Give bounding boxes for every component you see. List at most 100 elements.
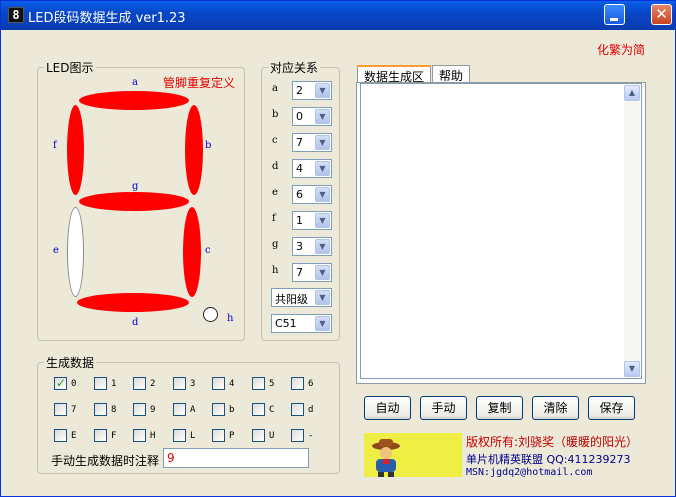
digit-checkbox[interactable] xyxy=(133,403,146,416)
chevron-down-icon[interactable]: ▼ xyxy=(315,187,330,202)
mapping-row-c: c 7 ▼ xyxy=(272,133,332,152)
digit-glyph: F xyxy=(111,431,117,441)
app-window: 8 LED段码数据生成 ver1.23 ✕ 化繁为简 LED图示 管脚重复定义 … xyxy=(0,0,676,497)
qq-text: 单片机精英联盟 QQ:411239273 xyxy=(466,453,631,466)
digit-checkbox[interactable] xyxy=(173,377,186,390)
simplify-link[interactable]: 化繁为简 xyxy=(597,41,645,58)
output-textarea[interactable]: ▲ ▼ xyxy=(360,83,642,379)
mapping-row-a: a 2 ▼ xyxy=(272,81,332,100)
chevron-down-icon[interactable]: ▼ xyxy=(315,109,330,124)
digit-glyph: 4 xyxy=(229,379,235,389)
pin-select-d[interactable]: 4 ▼ xyxy=(292,159,332,178)
digit-checkbox[interactable] xyxy=(173,403,186,416)
chevron-down-icon[interactable]: ▼ xyxy=(315,239,330,254)
digit-glyph: U xyxy=(269,431,275,441)
pin-select-g[interactable]: 3 ▼ xyxy=(292,237,332,256)
title-bar[interactable]: 8 LED段码数据生成 ver1.23 ✕ xyxy=(1,1,675,30)
segment-d[interactable] xyxy=(77,293,189,312)
digit-glyph: b xyxy=(229,405,235,415)
digit-checkbox[interactable] xyxy=(133,429,146,442)
digit-checkbox[interactable] xyxy=(252,429,265,442)
digit-checkbox[interactable]: ✓ xyxy=(54,376,67,390)
chevron-down-icon[interactable]: ▼ xyxy=(315,83,330,98)
scroll-down-icon[interactable]: ▼ xyxy=(624,361,640,377)
chevron-down-icon[interactable]: ▼ xyxy=(315,213,330,228)
digit-checkbox[interactable] xyxy=(173,429,186,442)
manual-button[interactable]: 手动 xyxy=(420,396,467,420)
tab-help[interactable]: 帮助 xyxy=(432,65,471,83)
digit-glyph: P xyxy=(229,431,235,441)
format-select[interactable]: C51 ▼ xyxy=(271,314,332,333)
pin-value: 1 xyxy=(296,214,303,227)
digit-glyph: 6 xyxy=(308,379,314,389)
pin-select-b[interactable]: 0 ▼ xyxy=(292,107,332,126)
digit-glyph: 1 xyxy=(111,379,117,389)
segment-h-dot[interactable] xyxy=(203,307,218,322)
digit-checkbox[interactable] xyxy=(94,377,107,390)
minimize-button[interactable] xyxy=(604,4,625,25)
auto-button[interactable]: 自动 xyxy=(364,396,411,420)
digit-glyph: 7 xyxy=(71,405,77,415)
vertical-scrollbar[interactable]: ▲ ▼ xyxy=(624,85,640,377)
pin-value: 4 xyxy=(296,162,303,175)
polarity-value: 共阳级 xyxy=(275,293,308,306)
digit-glyph: C xyxy=(269,405,275,415)
segment-b[interactable] xyxy=(185,105,203,195)
digit-checkbox[interactable] xyxy=(133,377,146,390)
mapping-row-e: e 6 ▼ xyxy=(272,185,332,204)
pin-select-h[interactable]: 7 ▼ xyxy=(292,263,332,282)
digit-checkbox[interactable] xyxy=(291,403,304,416)
chevron-down-icon[interactable]: ▼ xyxy=(315,161,330,176)
copy-button[interactable]: 复制 xyxy=(476,396,523,420)
mapping-label: e xyxy=(272,187,278,198)
chevron-down-icon[interactable]: ▼ xyxy=(315,290,330,305)
seven-segment-app-icon: 8 xyxy=(8,7,24,23)
digit-checkbox[interactable] xyxy=(212,403,225,416)
segment-label-c: c xyxy=(205,245,211,256)
chevron-down-icon[interactable]: ▼ xyxy=(315,135,330,150)
mapping-label: c xyxy=(272,135,278,146)
digit-checkbox[interactable] xyxy=(291,429,304,442)
pin-select-f[interactable]: 1 ▼ xyxy=(292,211,332,230)
close-button[interactable]: ✕ xyxy=(651,4,672,25)
polarity-select[interactable]: 共阳级 ▼ xyxy=(271,288,332,307)
chevron-down-icon[interactable]: ▼ xyxy=(315,265,330,280)
mapping-label: a xyxy=(272,83,278,94)
segment-e[interactable] xyxy=(67,207,84,297)
chevron-down-icon[interactable]: ▼ xyxy=(315,316,330,331)
digit-checkbox[interactable] xyxy=(54,429,67,442)
pin-redefine-link[interactable]: 管脚重复定义 xyxy=(163,74,235,91)
window-title: LED段码数据生成 ver1.23 xyxy=(28,11,186,26)
segment-a[interactable] xyxy=(79,91,189,110)
pin-select-a[interactable]: 2 ▼ xyxy=(292,81,332,100)
clear-button[interactable]: 清除 xyxy=(532,396,579,420)
save-button[interactable]: 保存 xyxy=(588,396,635,420)
digit-checkbox[interactable] xyxy=(94,429,107,442)
digit-checkbox[interactable] xyxy=(94,403,107,416)
copyright-text: 版权所有:刘骁奖（暖暖的阳光） xyxy=(466,435,639,449)
segment-c[interactable] xyxy=(183,207,201,297)
digit-checkbox[interactable] xyxy=(252,377,265,390)
segment-label-b: b xyxy=(205,140,212,151)
led-group-title: LED图示 xyxy=(46,61,94,75)
digit-checkbox[interactable] xyxy=(212,429,225,442)
manual-note-input[interactable]: 9 xyxy=(163,448,309,468)
digit-glyph: 9 xyxy=(150,405,156,415)
digit-checkbox[interactable] xyxy=(54,403,67,416)
manual-note-label: 手动生成数据时注释 xyxy=(51,454,160,468)
digit-checkbox[interactable] xyxy=(291,377,304,390)
pin-value: 7 xyxy=(296,136,303,149)
mapping-group-title: 对应关系 xyxy=(270,61,319,75)
segment-g[interactable] xyxy=(79,192,189,211)
digit-checkbox[interactable] xyxy=(252,403,265,416)
segment-label-e: e xyxy=(53,245,59,256)
segment-label-g: g xyxy=(132,181,139,192)
segment-f[interactable] xyxy=(67,105,84,195)
pin-select-c[interactable]: 7 ▼ xyxy=(292,133,332,152)
segment-label-a: a xyxy=(132,77,138,88)
format-value: C51 xyxy=(275,317,297,330)
pin-select-e[interactable]: 6 ▼ xyxy=(292,185,332,204)
tab-data-generation[interactable]: 数据生成区 xyxy=(357,65,432,84)
scroll-up-icon[interactable]: ▲ xyxy=(624,85,640,101)
digit-checkbox[interactable] xyxy=(212,377,225,390)
